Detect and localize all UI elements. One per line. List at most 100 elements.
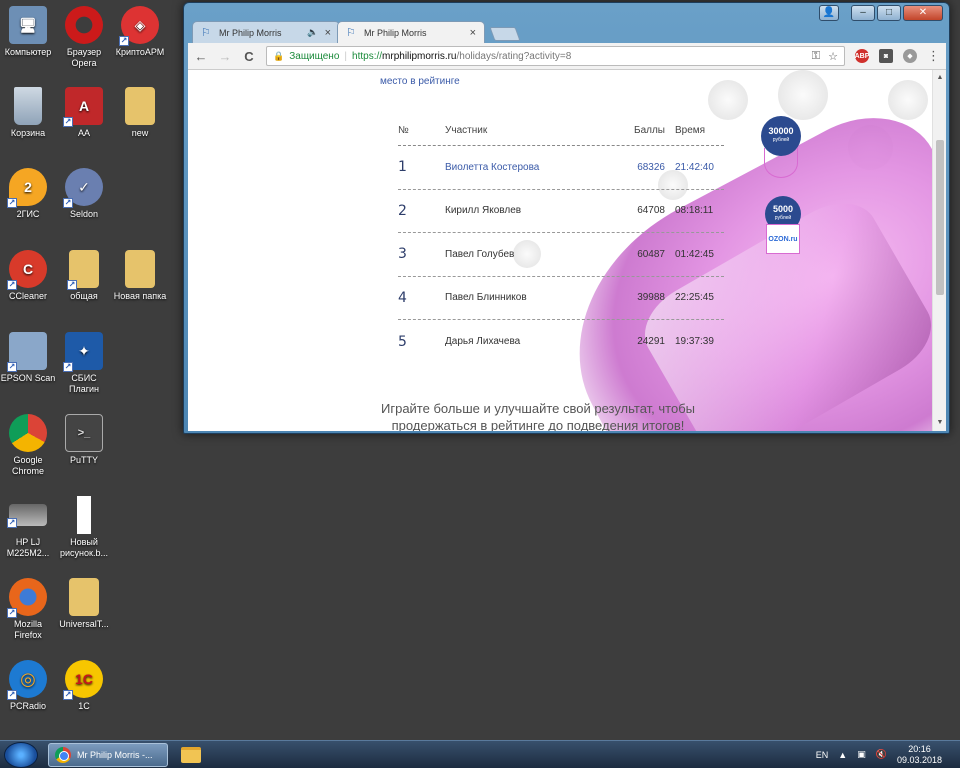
language-indicator[interactable]: EN <box>816 750 829 760</box>
printer-icon: ↗ <box>7 504 47 528</box>
bottom-message-line: продержаться в рейтинге до подведения ит… <box>391 418 685 431</box>
menu-icon[interactable]: ⋮ <box>927 48 940 64</box>
network-icon[interactable]: ▣ <box>857 749 866 760</box>
camera-icon[interactable]: ◙ <box>879 49 893 63</box>
desktop-icon-firefox[interactable]: ↗ Mozilla Firefox <box>0 578 56 641</box>
desktop-icon-label: 1C <box>78 701 90 711</box>
row-rank: 1 <box>398 159 407 176</box>
desktop-icon-new[interactable]: new <box>112 87 168 139</box>
prize-amount: 30000 <box>768 126 794 136</box>
folder-icon <box>69 578 99 616</box>
scroll-up-arrow-icon[interactable]: ▲ <box>933 72 946 84</box>
profile-button[interactable]: 👤 <box>819 5 839 21</box>
recycle-bin-icon <box>14 87 42 125</box>
taskbar-item-label: Mr Philip Morris -... <box>77 749 153 760</box>
reload-button[interactable]: C <box>242 49 256 64</box>
maximize-button[interactable]: □ <box>877 5 901 21</box>
scrollbar[interactable]: ▲ ▼ <box>932 70 946 431</box>
desktop-icon-label: Корзина <box>10 128 46 138</box>
desktop-icon-cryptoarm[interactable]: ◈ ↗ КриптоАРМ <box>112 6 168 58</box>
desktop-icon-putty[interactable]: >_ PuTTY <box>56 414 112 466</box>
opera-icon <box>65 6 103 44</box>
tab-1[interactable]: ⚐ Mr Philip Morris 🔈 × <box>192 21 340 43</box>
secure-label: Защищено <box>289 50 340 62</box>
desktop-icon-label: 2ГИС <box>16 209 40 219</box>
speaker-icon[interactable]: 🔈 <box>307 27 318 38</box>
row-name: Павел Блинников <box>445 292 527 304</box>
url-path: /holidays/rating?activity=8 <box>456 50 572 62</box>
folder-icon <box>125 87 155 125</box>
desktop-icon-label: Компьютер <box>4 47 52 57</box>
desktop-icon-ccleaner[interactable]: C ↗ CCleaner <box>0 250 56 302</box>
prize-30000[interactable]: 30000 рублей <box>761 116 801 178</box>
desktop-icon-label: new <box>131 128 149 138</box>
desktop-icon-label: PCRadio <box>9 701 47 711</box>
desktop-icon-label: общая <box>70 291 98 301</box>
window-controls: 👤 – □ ✕ <box>819 5 943 21</box>
desktop-icon-recycle-bin[interactable]: Корзина <box>0 87 56 139</box>
rank-link[interactable]: место в рейтинге <box>380 76 460 87</box>
folder-icon <box>181 746 201 763</box>
clock-time: 20:16 <box>908 743 931 754</box>
tab-title: Mr Philip Morris <box>219 27 282 38</box>
back-button[interactable]: ← <box>194 49 208 64</box>
desktop-icon-hp-printer[interactable]: ↗ HP LJ M225M2... <box>0 496 56 559</box>
volume-icon[interactable]: 🔇 <box>876 749 887 760</box>
desktop-icon-opera[interactable]: Браузер Opera <box>56 6 112 69</box>
ozon-icon: OZON.ru <box>766 224 800 254</box>
abp-icon[interactable]: ABP <box>855 49 869 63</box>
scroll-thumb[interactable] <box>936 140 944 295</box>
tab-close-button[interactable]: × <box>470 27 476 39</box>
sbis-icon: ✦ ↗ <box>63 332 103 372</box>
new-tab-button[interactable] <box>489 27 521 41</box>
desktop-icon-bitmap[interactable]: Новый рисунок.b... <box>56 496 112 559</box>
taskbar: Mr Philip Morris -... EN ▲ ▣ 🔇 20:16 09.… <box>0 740 960 768</box>
close-window-button[interactable]: ✕ <box>903 5 943 21</box>
scroll-down-arrow-icon[interactable]: ▼ <box>933 417 946 429</box>
desktop-icon-computer[interactable]: 🖥 Компьютер <box>0 6 56 58</box>
start-button[interactable] <box>4 741 38 768</box>
clock[interactable]: 20:16 09.03.2018 <box>897 744 942 766</box>
desktop-icon-sbis[interactable]: ✦ ↗ СБИС Плагин <box>56 332 112 395</box>
minimize-button[interactable]: – <box>851 5 875 21</box>
row-time: 22:25:45 <box>675 292 714 304</box>
desktop-icon-label: UniversalT... <box>59 619 109 629</box>
row-name: Виолетта Костерова <box>445 161 540 173</box>
desktop-icon-1c[interactable]: 1С ↗ 1C <box>56 660 112 712</box>
address-bar-actions: ⚿ ☆ <box>812 50 838 63</box>
desktop-icon-universalt[interactable]: UniversalT... <box>56 578 112 630</box>
extension-icon[interactable]: ◆ <box>903 49 917 63</box>
rating-table: № Участник Баллы Время 1 Виолетта Костер… <box>398 116 724 364</box>
favicon-icon: ⚐ <box>346 26 356 39</box>
desktop-icon-epson-scan[interactable]: ↗ EPSON Scan <box>0 332 56 384</box>
header-participant: Участник <box>445 125 488 136</box>
desktop-icon-new-folder[interactable]: Новая папка <box>112 250 168 302</box>
desktop-icon-pcradio[interactable]: ◎ ↗ PCRadio <box>0 660 56 712</box>
aa-icon: A ↗ <box>63 87 103 127</box>
show-hidden-icons-icon[interactable]: ▲ <box>838 750 847 760</box>
desktop-icon-label: HP LJ M225M2... <box>6 537 50 558</box>
prize-amount: 5000 <box>772 204 794 214</box>
desktop-icon-chrome[interactable]: Google Chrome <box>0 414 56 477</box>
row-name: Кирилл Яковлев <box>445 205 522 217</box>
desktop-icon-aa[interactable]: A ↗ AA <box>56 87 112 139</box>
address-bar[interactable]: 🔒 Защищено | https://mrphilipmorris.ru/h… <box>266 46 845 66</box>
taskbar-item-explorer[interactable] <box>178 744 204 766</box>
forward-button[interactable]: → <box>218 49 232 64</box>
system-tray: EN ▲ ▣ 🔇 20:16 09.03.2018 <box>816 744 960 766</box>
row-time: 01:42:45 <box>675 248 714 260</box>
bookmark-star-icon[interactable]: ☆ <box>828 50 838 63</box>
tab-2[interactable]: ⚐ Mr Philip Morris × <box>337 21 485 43</box>
page-viewport: место в рейтинге № Участник Баллы Время … <box>188 70 946 431</box>
desktop-icon-seldon[interactable]: ✓ ↗ Seldon <box>56 168 112 220</box>
clock-date: 09.03.2018 <box>896 754 942 765</box>
gem-decoration <box>888 80 928 120</box>
row-score: 60487 <box>637 248 665 260</box>
desktop-icon-shared[interactable]: ↗ общая <box>56 250 112 302</box>
putty-icon: >_ <box>65 414 103 452</box>
tab-close-button[interactable]: × <box>325 27 331 39</box>
desktop-icon-2gis[interactable]: 2 ↗ 2ГИС <box>0 168 56 220</box>
taskbar-item-chrome[interactable]: Mr Philip Morris -... <box>48 742 168 767</box>
key-icon[interactable]: ⚿ <box>812 50 820 63</box>
prize-5000[interactable]: 5000 рублей OZON.ru <box>765 196 801 254</box>
